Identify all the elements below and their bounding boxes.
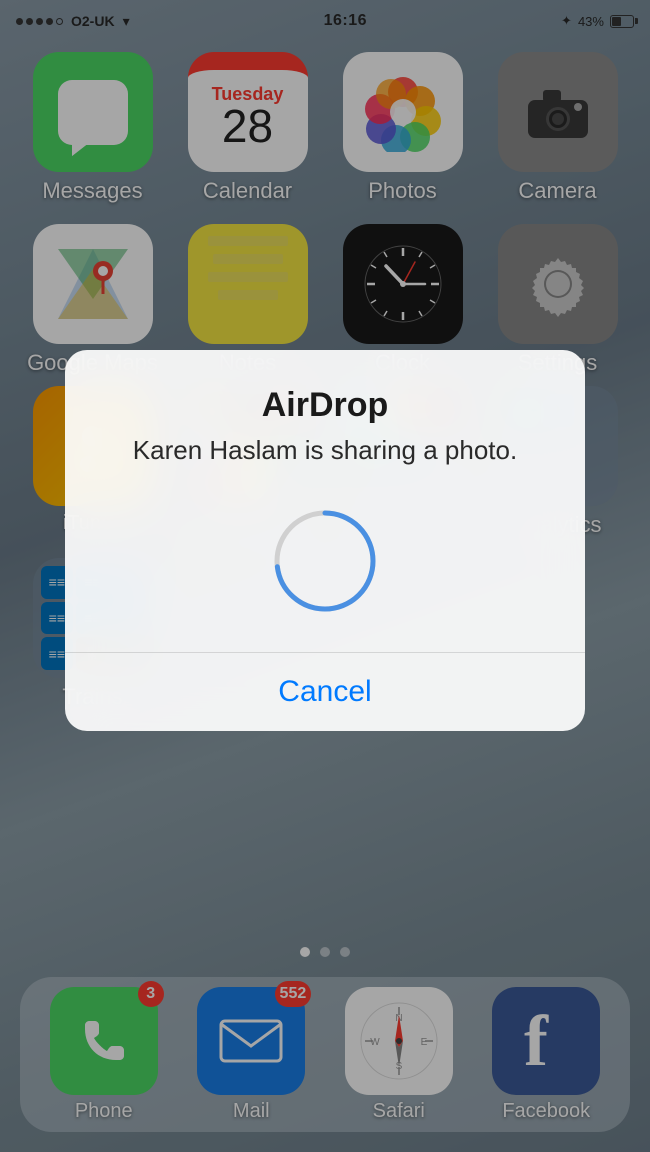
airdrop-title: AirDrop [105, 386, 545, 425]
progress-ring-container [105, 506, 545, 616]
airdrop-subtitle: Karen Haslam is sharing a photo. [105, 435, 545, 466]
status-bar: O2-UK ▾ 16:16 ✦ 43% [0, 0, 650, 42]
progress-svg [270, 506, 380, 616]
status-time: 16:16 [324, 12, 367, 30]
carrier-name: O2-UK [71, 13, 115, 29]
bluetooth-icon: ✦ [561, 13, 572, 29]
signal-dot-2 [26, 18, 33, 25]
modal-content: AirDrop Karen Haslam is sharing a photo. [65, 350, 585, 616]
status-left: O2-UK ▾ [16, 13, 130, 30]
progress-ring [270, 506, 380, 616]
airdrop-modal: AirDrop Karen Haslam is sharing a photo.… [65, 350, 585, 731]
battery-fill [612, 17, 621, 26]
signal-dots [16, 18, 63, 25]
signal-dot-4 [46, 18, 53, 25]
status-right: ✦ 43% [561, 13, 634, 29]
airdrop-cancel-button[interactable]: Cancel [65, 653, 585, 731]
signal-dot-5 [56, 18, 63, 25]
signal-dot-3 [36, 18, 43, 25]
battery-percentage: 43% [578, 14, 604, 29]
battery-icon [610, 15, 634, 28]
signal-dot-1 [16, 18, 23, 25]
wifi-icon: ▾ [123, 13, 130, 30]
